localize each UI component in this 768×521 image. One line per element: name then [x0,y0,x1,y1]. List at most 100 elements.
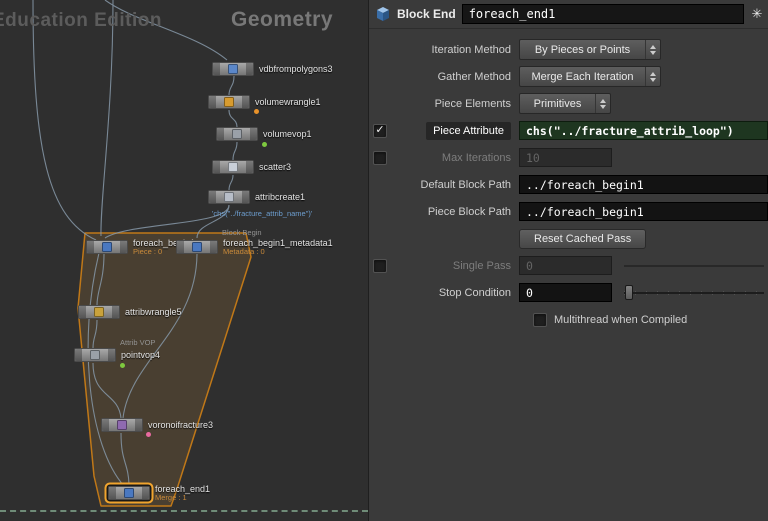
param-row-max-iterations: Max Iterations [369,144,768,171]
param-row-piece-attribute: ✓ Piece Attribute [369,117,768,144]
slider-track [624,291,764,294]
node-shape [176,240,218,255]
block-begin-icon [102,242,112,253]
single-pass-slider[interactable] [624,256,764,276]
node-shape [212,160,254,174]
node-foreach-begin1-metadata1[interactable]: Block Begin foreach_begin1_metadata1 Met… [176,228,333,257]
iteration-method-label: Iteration Method [431,43,512,56]
block-end-icon [377,7,389,21]
dropdown-value: By Pieces or Points [534,43,631,56]
piece-attribute-input[interactable] [519,121,768,140]
node-label: attribwrangle5 [125,306,182,317]
param-row-iteration-method: Iteration Method By Pieces or Points [369,36,768,63]
node-scatter3[interactable]: scatter3 [212,160,291,174]
node-label: attribcreate1 [255,191,306,202]
node-type-title: Block End [397,7,456,21]
block-begin-icon [192,242,202,253]
node-foreach-end1[interactable]: foreach_end1 Merge : 1 [108,484,210,503]
default-block-path-label: Default Block Path [420,178,512,191]
param-row-piece-block-path: Piece Block Path [369,198,768,225]
slider-handle[interactable] [625,284,633,300]
foreach-block-region[interactable] [77,232,252,507]
param-row-multithread: Multithread when Compiled [369,306,768,333]
param-menu-icon[interactable]: ✳ [750,6,764,22]
node-shape [86,240,128,255]
default-block-path-input[interactable] [519,175,768,194]
volumewrangle-icon [224,97,234,107]
node-shape [212,62,254,76]
node-attribwrangle5[interactable]: attribwrangle5 [78,305,182,319]
max-iterations-input[interactable] [519,148,612,167]
piece-attribute-label: Piece Attribute [426,121,511,140]
piece-block-path-input[interactable] [519,202,768,221]
node-attribcreate1[interactable]: attribcreate1 [208,190,305,204]
param-row-stop-condition: Stop Condition [369,279,768,306]
status-dot [262,142,267,147]
piece-elements-label: Piece Elements [434,97,511,110]
single-pass-checkbox[interactable] [373,258,387,273]
node-vdbfrompolygons3[interactable]: vdbfrompolygons3 [212,62,333,76]
piece-attribute-checkbox[interactable]: ✓ [373,123,387,138]
node-shape [208,95,250,109]
gather-method-dropdown[interactable]: Merge Each Iteration [519,66,661,87]
network-context-label: Geometry [231,8,334,31]
node-label: scatter3 [259,161,292,172]
gather-method-label: Gather Method [437,70,511,83]
parameter-rows: Iteration Method By Pieces or Points Gat… [369,29,768,333]
vdbfrompolygons-icon [228,64,238,74]
network-wires [32,0,252,507]
single-pass-input[interactable] [519,256,612,275]
education-edition-watermark: Education Edition [0,10,162,31]
multithread-label: Multithread when Compiled [554,313,688,326]
node-comment: 'chs("../fracture_attrib_name")' [212,209,313,218]
single-pass-label: Single Pass [452,259,511,272]
max-iterations-label: Max Iterations [441,151,511,164]
attribwrangle-icon [94,307,104,317]
node-label: vdbfrompolygons3 [259,63,333,74]
reset-cached-pass-button[interactable]: Reset Cached Pass [519,228,647,249]
node-label: volumewrangle1 [255,96,321,107]
piece-block-path-label: Piece Block Path [427,205,511,218]
dropdown-value: Merge Each Iteration [531,70,634,83]
stop-condition-label: Stop Condition [438,286,511,299]
attribcreate-icon [224,192,234,202]
node-badge: Metadata : 0 [223,247,265,257]
node-shape [216,127,258,141]
max-iterations-checkbox[interactable] [373,150,387,165]
node-shape [208,190,250,204]
stop-condition-input[interactable] [519,283,612,302]
node-pointvop4[interactable]: Attrib VOP pointvop4 [74,338,160,368]
multithread-checkbox[interactable] [533,312,547,327]
node-name-input[interactable] [461,4,744,24]
iteration-method-dropdown[interactable]: By Pieces or Points [519,39,661,60]
node-volumewrangle1[interactable]: volumewrangle1 [208,95,321,114]
parameter-header: Block End ✳ [369,0,768,29]
node-volumevop1[interactable]: volumevop1 [216,127,312,147]
node-shape [101,418,143,432]
piece-elements-dropdown[interactable]: Primitives [519,93,611,114]
node-type-header: Block Begin [222,228,262,237]
pointvop-icon [90,350,100,360]
node-shape-selected [108,486,150,501]
voronoifracture-icon [117,420,127,430]
dropdown-value: Primitives [533,97,582,110]
stop-condition-slider[interactable] [624,283,764,303]
scatter-icon [228,162,238,172]
node-voronoifracture3[interactable]: voronoifracture3 [101,418,214,437]
houdini-window: Education Edition Geometry vdbfrompolygo… [0,0,768,521]
volumevop-icon [232,129,242,139]
node-shape [74,348,116,362]
param-row-piece-elements: Piece Elements Primitives [369,90,768,117]
node-label: volumevop1 [263,128,312,139]
param-row-default-block-path: Default Block Path [369,171,768,198]
status-dot [120,363,125,368]
spinner-arrows-icon [595,94,610,113]
node-shape [78,305,120,319]
status-dot [254,109,259,114]
network-editor[interactable]: Education Edition Geometry vdbfrompolygo… [0,0,368,521]
spinner-arrows-icon [645,40,660,59]
param-row-reset-cached-pass: Reset Cached Pass [369,225,768,252]
parameter-panel: Block End ✳ Iteration Method By Pieces o… [368,0,768,521]
node-label: voronoifracture3 [148,419,214,430]
node-type-header: Attrib VOP [120,338,156,347]
